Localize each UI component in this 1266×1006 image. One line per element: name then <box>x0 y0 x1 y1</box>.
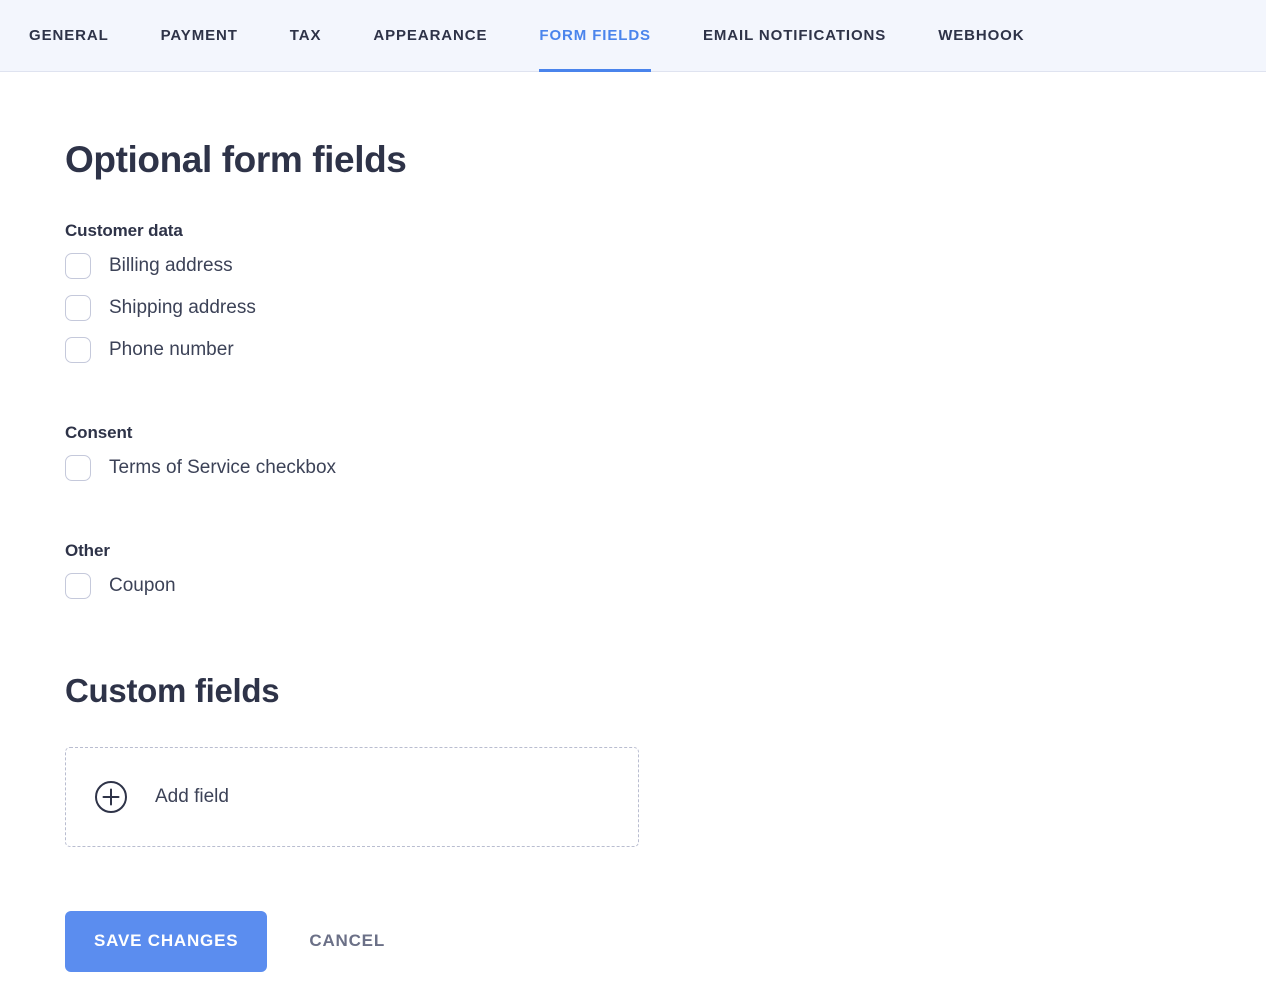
label-billing-address: Billing address <box>109 256 233 275</box>
tab-webhook[interactable]: WEBHOOK <box>938 0 1024 72</box>
checkbox-billing-address[interactable] <box>65 253 91 279</box>
custom-fields-title: Custom fields <box>65 607 1266 709</box>
cancel-button[interactable]: CANCEL <box>309 931 385 951</box>
tab-general[interactable]: GENERAL <box>29 0 109 72</box>
page-title: Optional form fields <box>65 72 1266 181</box>
tab-general-label: GENERAL <box>29 27 109 44</box>
tab-email-notifications-label: EMAIL NOTIFICATIONS <box>703 27 886 44</box>
section-title-other: Other <box>65 541 1266 561</box>
label-terms-of-service: Terms of Service checkbox <box>109 458 336 477</box>
tab-appearance-label: APPEARANCE <box>373 27 487 44</box>
tab-form-fields-label: FORM FIELDS <box>539 27 651 44</box>
label-phone-number: Phone number <box>109 340 234 359</box>
option-row-billing-address[interactable]: Billing address <box>65 245 1266 287</box>
option-row-coupon[interactable]: Coupon <box>65 565 1266 607</box>
plus-circle-icon <box>94 780 128 814</box>
label-shipping-address: Shipping address <box>109 298 256 317</box>
tab-email-notifications[interactable]: EMAIL NOTIFICATIONS <box>703 0 886 72</box>
tab-webhook-label: WEBHOOK <box>938 27 1024 44</box>
label-coupon: Coupon <box>109 576 176 595</box>
checkbox-phone-number[interactable] <box>65 337 91 363</box>
tab-payment-label: PAYMENT <box>161 27 238 44</box>
tab-payment[interactable]: PAYMENT <box>161 0 238 72</box>
section-title-customer-data: Customer data <box>65 221 1266 241</box>
tab-form-fields[interactable]: FORM FIELDS <box>539 0 651 72</box>
section-customer-data: Customer data Billing address Shipping a… <box>65 221 1266 371</box>
form-actions: SAVE CHANGES CANCEL <box>65 911 1266 972</box>
add-field-button[interactable]: Add field <box>65 747 639 847</box>
section-other: Other Coupon <box>65 541 1266 607</box>
tab-tax[interactable]: TAX <box>290 0 322 72</box>
checkbox-shipping-address[interactable] <box>65 295 91 321</box>
tab-appearance[interactable]: APPEARANCE <box>373 0 487 72</box>
checkbox-terms-of-service[interactable] <box>65 455 91 481</box>
save-changes-button[interactable]: SAVE CHANGES <box>65 911 267 972</box>
section-consent: Consent Terms of Service checkbox <box>65 423 1266 489</box>
settings-tab-bar: GENERAL PAYMENT TAX APPEARANCE FORM FIEL… <box>0 0 1266 72</box>
option-row-terms-of-service[interactable]: Terms of Service checkbox <box>65 447 1266 489</box>
checkbox-coupon[interactable] <box>65 573 91 599</box>
section-title-consent: Consent <box>65 423 1266 443</box>
option-row-phone-number[interactable]: Phone number <box>65 329 1266 371</box>
option-row-shipping-address[interactable]: Shipping address <box>65 287 1266 329</box>
add-field-label: Add field <box>155 786 229 808</box>
tab-tax-label: TAX <box>290 27 322 44</box>
form-fields-panel: Optional form fields Customer data Billi… <box>0 72 1266 972</box>
